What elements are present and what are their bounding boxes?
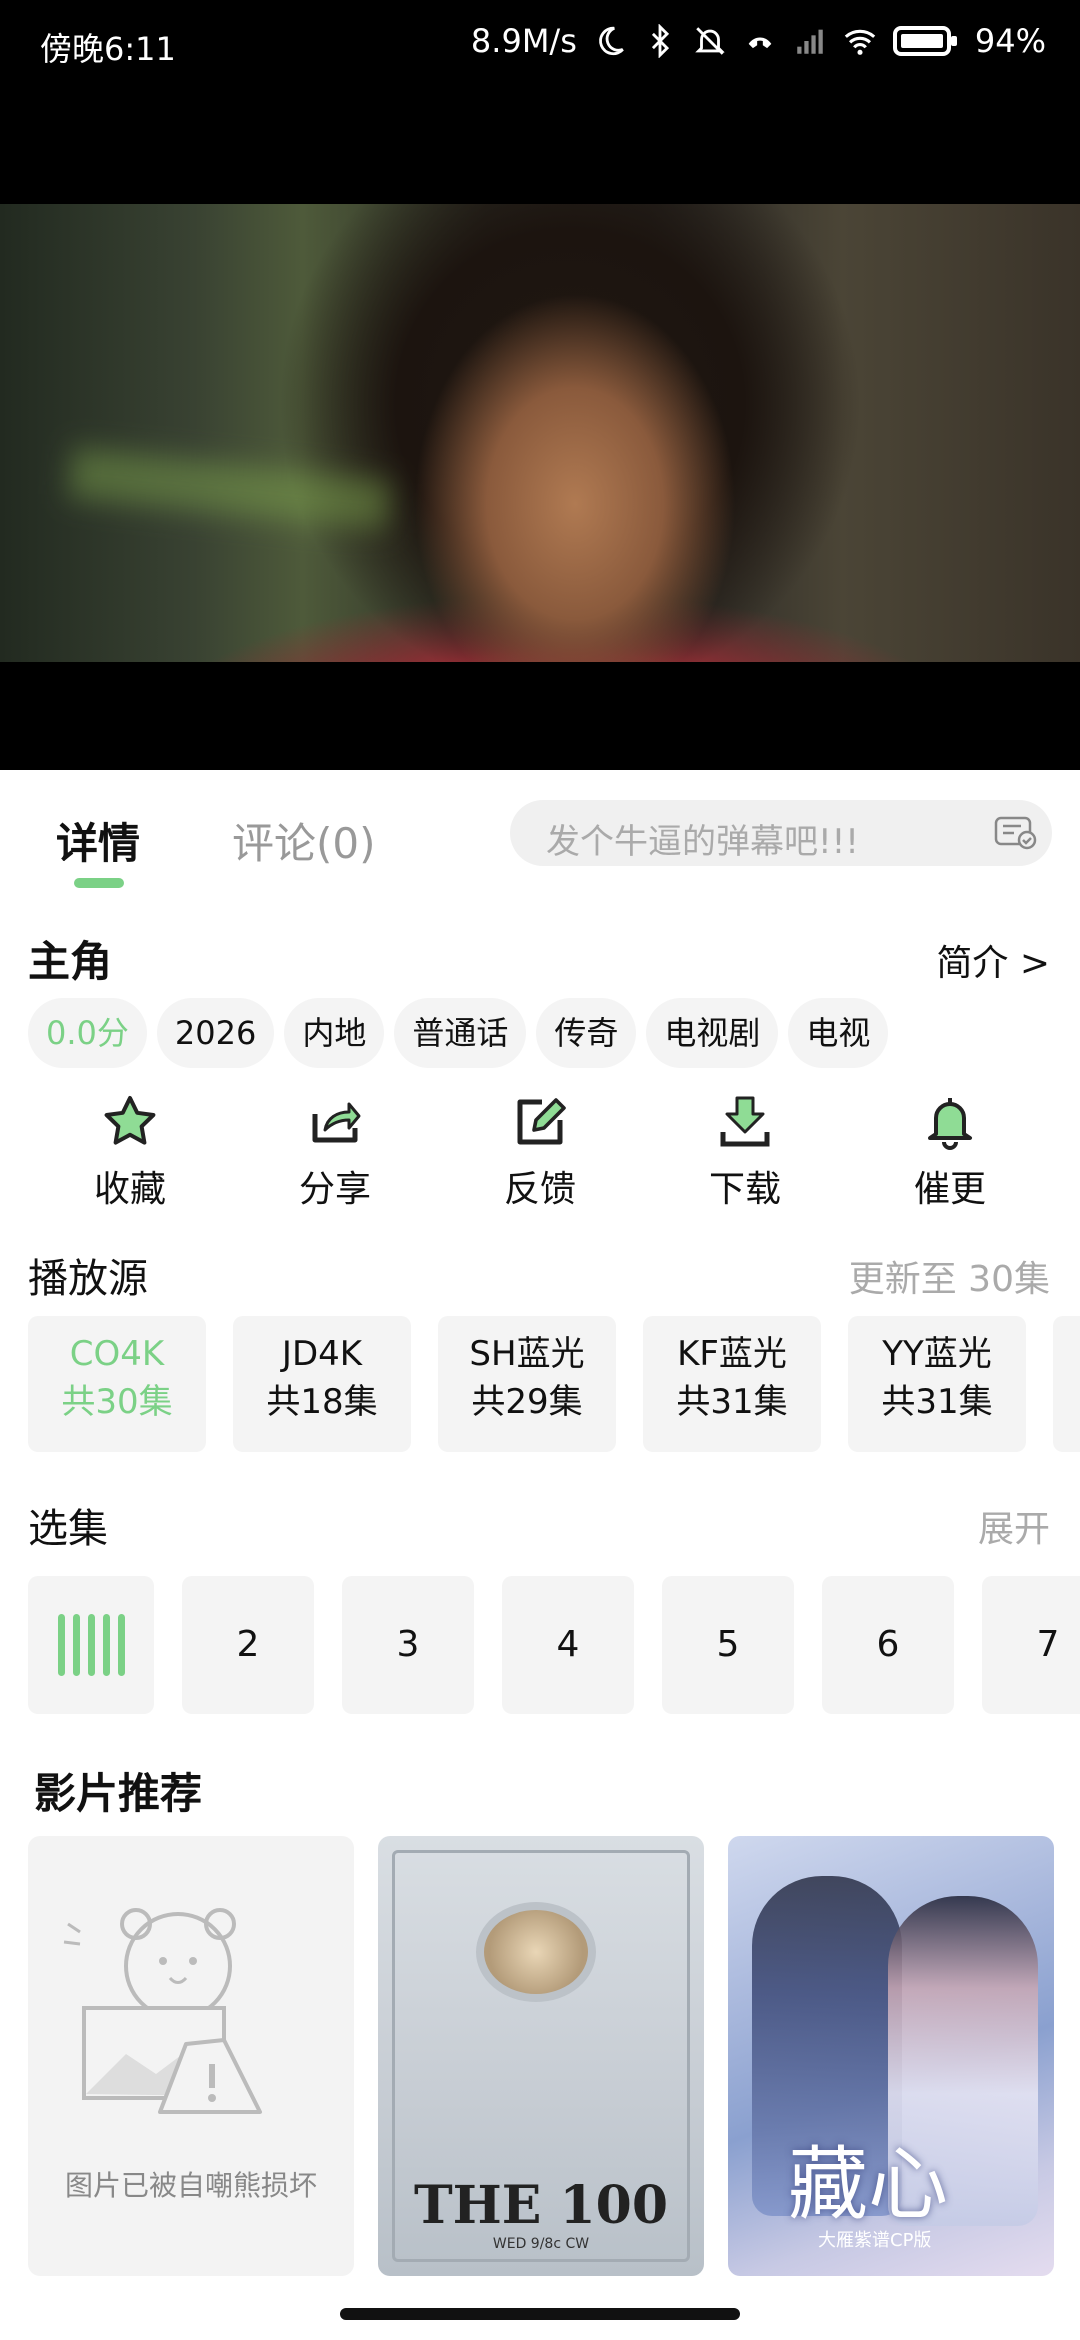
broken-image-icon (63, 1908, 262, 2114)
tab-indicator (74, 878, 124, 888)
mute-icon (695, 27, 725, 55)
source-item[interactable]: CO4K 共30集 (28, 1316, 206, 1452)
share-icon (312, 1102, 361, 1143)
frame-background (68, 447, 392, 531)
recommendations-title: 影片推荐 (34, 1769, 203, 1818)
recommendation-card[interactable]: THE 100 WED 9/8c CW (378, 1836, 704, 2276)
source-item[interactable]: YY蓝光 共31集 (848, 1316, 1026, 1452)
sources-title: 播放源 (28, 1256, 148, 1302)
recommendation-card[interactable]: 图片已被自嘲熊损坏 (28, 1836, 354, 2276)
action-bar: 收藏 分享 反馈 下载 催更 (60, 1092, 1020, 1222)
download-button[interactable]: 下载 (675, 1092, 815, 1222)
recommendation-card[interactable]: 藏心 大雁紫谱CP版 (728, 1836, 1054, 2276)
status-icons: 8.9M/s 94% (471, 22, 1046, 60)
episodes-title: 选集 (28, 1506, 108, 1552)
video-title: 主角 (28, 937, 113, 986)
episode-item[interactable]: 2 (182, 1576, 314, 1714)
sources-status: 更新至 30集 (848, 1259, 1050, 1300)
intro-link[interactable]: 简介 > (936, 934, 1050, 986)
call-icon (748, 37, 772, 49)
episode-item[interactable]: 3 (342, 1576, 474, 1714)
playing-bar (102, 1614, 110, 1676)
tab-comments[interactable]: 评论(0) (232, 810, 376, 871)
poster-title: 藏心 (788, 2138, 948, 2231)
tag-region[interactable]: 内地 (284, 998, 385, 1068)
feedback-icon (517, 1098, 566, 1145)
battery-icon (892, 26, 957, 56)
tag-list: 0.0分 2026 内地 普通话 传奇 电视剧 电视 (28, 998, 889, 1068)
star-icon (104, 1096, 156, 1145)
signal-icon (797, 29, 823, 54)
feedback-button[interactable]: 反馈 (470, 1092, 610, 1222)
video-player[interactable] (0, 92, 1080, 770)
tag-year[interactable]: 2026 (156, 998, 275, 1068)
danmaku-settings-icon[interactable] (994, 814, 1038, 850)
source-item[interactable]: KF蓝光 共31集 (643, 1316, 821, 1452)
source-list: CO4K 共30集 JD4K 共18集 SH蓝光 共29集 KF蓝光 共31集 … (28, 1316, 1080, 1452)
playing-bar (87, 1614, 95, 1676)
share-button[interactable]: 分享 (265, 1092, 405, 1222)
tag-category[interactable]: 电视 (788, 998, 889, 1068)
status-bar: 傍晚6:11 8.9M/s 94% (0, 0, 1080, 92)
danmaku-placeholder: 发个牛逼的弹幕吧!!! (546, 822, 859, 862)
poster-subtitle: WED 9/8c CW (492, 2236, 590, 2252)
broken-image-text: 图片已被自嘲熊损坏 (64, 2169, 317, 2202)
home-indicator[interactable] (340, 2308, 740, 2320)
source-item[interactable]: JD4K 共18集 (233, 1316, 411, 1452)
episode-item[interactable]: 7 (982, 1576, 1080, 1714)
wifi-icon (844, 29, 876, 55)
favorite-button[interactable]: 收藏 (60, 1092, 200, 1222)
episode-item[interactable]: 4 (502, 1576, 634, 1714)
playing-bar (117, 1614, 125, 1676)
battery-level: 94% (974, 22, 1046, 60)
poster-subtitle: 大雁紫谱CP版 (818, 2230, 932, 2251)
danmaku-input[interactable]: 发个牛逼的弹幕吧!!! (510, 800, 1052, 866)
tag-type[interactable]: 电视剧 (646, 998, 779, 1068)
tag-score: 0.0分 (28, 998, 147, 1068)
poster-logo: THE 100 (413, 2175, 669, 2236)
bluetooth-icon (651, 24, 669, 58)
urge-update-button[interactable]: 催更 (880, 1092, 1020, 1222)
download-icon (720, 1096, 770, 1147)
episode-item[interactable]: 6 (822, 1576, 954, 1714)
tag-language[interactable]: 普通话 (394, 998, 527, 1068)
episodes-expand[interactable]: 展开 (978, 1500, 1050, 1552)
video-frame (0, 204, 1080, 662)
episode-item[interactable]: 5 (662, 1576, 794, 1714)
bell-icon (928, 1098, 972, 1150)
episode-list: 2 3 4 5 6 7 (28, 1576, 1080, 1714)
playing-bar (57, 1614, 65, 1676)
tab-bar: 详情 评论(0) 发个牛逼的弹幕吧!!! (0, 770, 1080, 890)
playing-bar (72, 1614, 80, 1676)
source-item-partial[interactable] (1053, 1316, 1080, 1452)
status-time: 傍晚6:11 (40, 30, 176, 68)
tab-detail[interactable]: 详情 (56, 810, 140, 871)
episode-playing[interactable] (28, 1576, 154, 1714)
recommendation-list: 图片已被自嘲熊损坏 THE 100 WED 9/8c CW 藏心 大雁紫谱CP版 (28, 1836, 1054, 2276)
source-item[interactable]: SH蓝光 共29集 (438, 1316, 616, 1452)
moon-icon (599, 26, 624, 56)
poster-porthole (476, 1902, 596, 2002)
network-speed: 8.9M/s (470, 22, 577, 60)
tag-genre[interactable]: 传奇 (536, 998, 637, 1068)
